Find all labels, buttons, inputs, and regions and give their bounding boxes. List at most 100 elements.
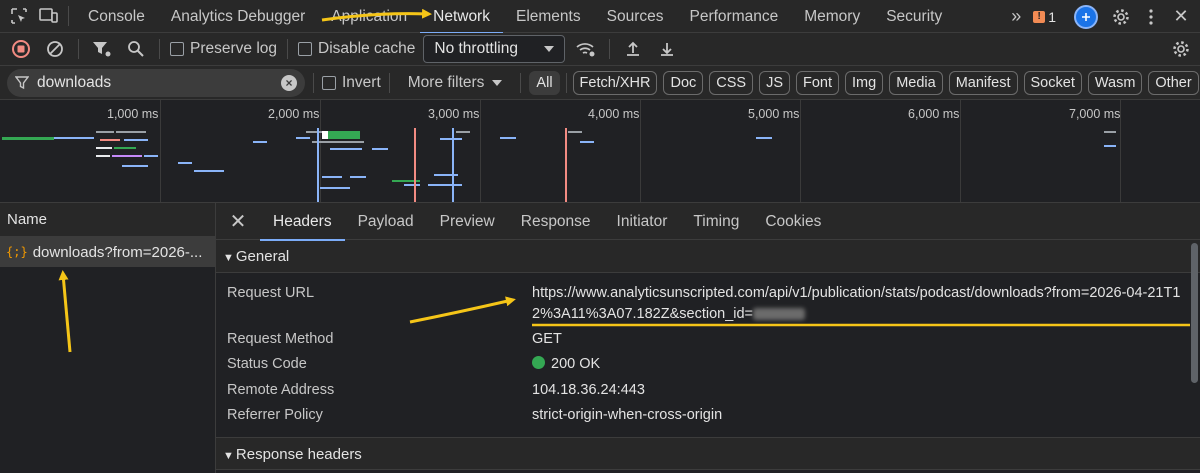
tab-elements[interactable]: Elements bbox=[503, 0, 594, 33]
divider bbox=[388, 72, 390, 93]
type-filter-js[interactable]: JS bbox=[759, 70, 791, 95]
inspect-element-icon[interactable] bbox=[6, 3, 32, 29]
request-row[interactable]: {;} downloads?from=2026-... bbox=[0, 237, 215, 267]
tab-application[interactable]: Application bbox=[318, 0, 420, 33]
issues-badge[interactable]: ! 1 bbox=[1033, 9, 1056, 25]
network-settings-gear-icon[interactable] bbox=[1168, 36, 1194, 62]
timeline-bar bbox=[322, 131, 328, 139]
timeline-bar bbox=[100, 139, 120, 141]
type-filter-manifest[interactable]: Manifest bbox=[948, 70, 1018, 95]
timeline-bar bbox=[428, 184, 462, 186]
tab-performance[interactable]: Performance bbox=[676, 0, 791, 33]
request-url-value: https://www.analyticsunscripted.com/api/… bbox=[532, 283, 1194, 325]
type-filter-font[interactable]: Font bbox=[796, 70, 840, 95]
details-tabbar: ✕ Headers Payload Preview Response Initi… bbox=[216, 203, 1200, 241]
type-filter-socket[interactable]: Socket bbox=[1023, 70, 1082, 95]
type-filter-media[interactable]: Media bbox=[889, 70, 943, 95]
checkbox-box bbox=[322, 75, 336, 90]
export-har-icon[interactable] bbox=[654, 36, 680, 62]
timeline-bar bbox=[96, 131, 114, 133]
timeline-bar bbox=[124, 139, 148, 141]
timeline-tick-label: 5,000 ms bbox=[748, 107, 800, 121]
timeline-tick-label: 3,000 ms bbox=[428, 107, 480, 121]
network-conditions-icon[interactable] bbox=[573, 36, 599, 62]
type-filter-doc[interactable]: Doc bbox=[663, 70, 704, 95]
status-code-label: Status Code bbox=[227, 356, 307, 372]
clear-icon[interactable] bbox=[42, 36, 68, 62]
filter-bar: downloads × Invert More filters All Fetc… bbox=[0, 66, 1200, 100]
tab-console[interactable]: Console bbox=[75, 0, 158, 33]
response-headers-section-header[interactable]: ▼ Response headers bbox=[216, 437, 1200, 470]
divider bbox=[78, 39, 79, 59]
timeline-tick-label: 2,000 ms bbox=[268, 107, 320, 121]
general-section-header[interactable]: ▼ General bbox=[216, 240, 1200, 273]
type-filter-img[interactable]: Img bbox=[845, 70, 884, 95]
search-icon[interactable] bbox=[123, 36, 149, 62]
timeline-bar bbox=[320, 187, 350, 189]
status-ok-icon bbox=[532, 356, 545, 369]
timeline-bar bbox=[322, 176, 342, 178]
name-column-header[interactable]: Name bbox=[0, 203, 215, 237]
record-stop-icon[interactable] bbox=[8, 36, 34, 62]
tab-cookies[interactable]: Cookies bbox=[752, 203, 834, 240]
timeline-bar bbox=[296, 137, 310, 139]
tab-sources[interactable]: Sources bbox=[594, 0, 677, 33]
tab-headers[interactable]: Headers bbox=[260, 203, 345, 241]
type-filter-other[interactable]: Other bbox=[1148, 70, 1199, 95]
general-section-title: General bbox=[235, 248, 290, 265]
request-name: downloads?from=2026-... bbox=[32, 243, 203, 261]
timeline-bar bbox=[440, 138, 462, 140]
details-scrollbar[interactable] bbox=[1191, 243, 1198, 383]
remote-address-value: 104.18.36.24:443 bbox=[532, 382, 645, 398]
type-filter-fetch-xhr[interactable]: Fetch/XHR bbox=[572, 70, 658, 95]
timeline-bar bbox=[1104, 131, 1116, 133]
kebab-menu-icon[interactable] bbox=[1138, 4, 1164, 30]
timeline-bar bbox=[114, 147, 136, 149]
redacted-section-id bbox=[753, 308, 806, 321]
tab-response[interactable]: Response bbox=[508, 203, 604, 240]
type-filter-wasm[interactable]: Wasm bbox=[1087, 70, 1143, 95]
timeline-bar bbox=[756, 137, 772, 139]
device-toolbar-icon[interactable] bbox=[36, 3, 62, 29]
tab-network[interactable]: Network bbox=[420, 0, 503, 34]
tab-security[interactable]: Security bbox=[873, 0, 955, 33]
timeline-gridline bbox=[640, 100, 641, 202]
close-devtools-icon[interactable]: ✕ bbox=[1168, 4, 1194, 30]
tab-timing[interactable]: Timing bbox=[680, 203, 752, 240]
more-filters-dropdown[interactable]: More filters bbox=[398, 74, 513, 92]
load-event-line bbox=[414, 128, 416, 202]
timeline-tick-label: 6,000 ms bbox=[908, 107, 960, 121]
timeline-gridline bbox=[960, 100, 961, 202]
close-details-icon[interactable]: ✕ bbox=[216, 209, 260, 234]
type-filter-all[interactable]: All bbox=[529, 70, 560, 95]
preserve-log-checkbox[interactable]: Preserve log bbox=[170, 40, 277, 58]
tab-initiator[interactable]: Initiator bbox=[604, 203, 681, 240]
timeline-bar bbox=[500, 137, 516, 139]
load-event-line bbox=[565, 128, 567, 202]
preserve-log-label: Preserve log bbox=[190, 40, 278, 57]
throttling-select[interactable]: No throttling bbox=[423, 35, 566, 63]
import-har-icon[interactable] bbox=[620, 36, 646, 62]
clear-filter-icon[interactable]: × bbox=[281, 74, 297, 91]
referrer-policy-value: strict-origin-when-cross-origin bbox=[532, 407, 723, 423]
divider bbox=[565, 72, 567, 93]
filter-icon[interactable] bbox=[89, 36, 115, 62]
status-code-text: 200 OK bbox=[551, 356, 601, 372]
tab-memory[interactable]: Memory bbox=[791, 0, 873, 33]
network-overview-timeline[interactable]: 1,000 ms 2,000 ms 3,000 ms 4,000 ms 5,00… bbox=[0, 100, 1200, 203]
tab-preview[interactable]: Preview bbox=[427, 203, 508, 240]
request-method-value: GET bbox=[532, 331, 562, 347]
type-filter-css[interactable]: CSS bbox=[709, 70, 754, 95]
tab-analytics-debugger[interactable]: Analytics Debugger bbox=[158, 0, 318, 33]
timeline-bar bbox=[312, 141, 364, 143]
settings-gear-icon[interactable] bbox=[1108, 4, 1134, 30]
ai-assistance-icon[interactable] bbox=[1074, 4, 1098, 29]
more-tabs-button[interactable]: » bbox=[1003, 0, 1029, 33]
timeline-bar bbox=[434, 174, 458, 176]
disable-cache-checkbox[interactable]: Disable cache bbox=[298, 40, 415, 58]
filter-input[interactable]: downloads × bbox=[7, 68, 305, 97]
checkbox-box bbox=[170, 42, 184, 56]
timeline-bar bbox=[350, 176, 366, 178]
tab-payload[interactable]: Payload bbox=[345, 203, 427, 240]
invert-checkbox[interactable]: Invert bbox=[322, 74, 381, 92]
